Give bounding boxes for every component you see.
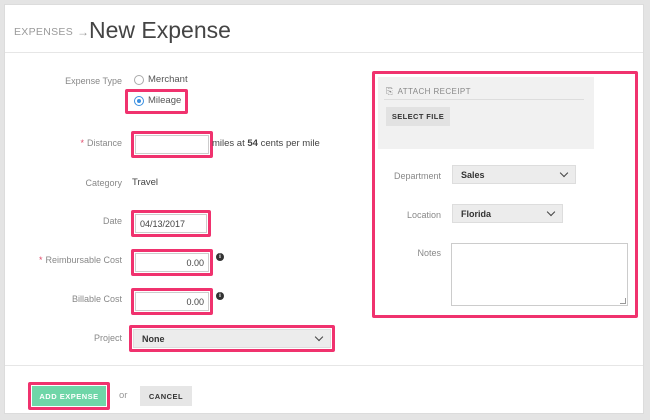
department-select[interactable]: Sales	[452, 165, 576, 184]
date-input[interactable]: 04/13/2017	[135, 214, 207, 233]
category-value: Travel	[132, 177, 159, 188]
distance-input[interactable]	[135, 135, 209, 154]
attach-receipt-title: ⎘ ATTACH RECEIPT	[386, 86, 471, 96]
project-select-value: None	[142, 333, 165, 344]
breadcrumb: EXPENSES →	[14, 25, 89, 39]
header-divider	[5, 52, 643, 53]
project-select[interactable]: None	[133, 329, 331, 348]
radio-merchant-label: Merchant	[148, 74, 188, 85]
arrow-right-icon: →	[77, 25, 90, 39]
radio-mileage-circle[interactable]	[134, 95, 144, 106]
department-select-value: Sales	[461, 169, 485, 180]
location-select-value: Florida	[461, 208, 492, 219]
reimbursable-cost-input[interactable]: 0.00	[135, 253, 209, 272]
or-text: or	[119, 390, 128, 401]
category-label: Category	[85, 178, 122, 188]
radio-merchant-circle[interactable]	[134, 74, 144, 85]
select-file-button[interactable]: SELECT FILE	[386, 107, 450, 126]
project-label: Project	[93, 333, 122, 343]
notes-textarea[interactable]	[451, 243, 628, 306]
radio-mileage[interactable]: Mileage	[134, 95, 181, 106]
date-label: Date	[102, 216, 122, 226]
billable-cost-label: Billable Cost	[71, 294, 122, 304]
expense-type-label: Expense Type	[65, 76, 122, 86]
add-expense-button[interactable]: ADD EXPENSE	[32, 386, 106, 406]
radio-merchant[interactable]: Merchant	[134, 74, 188, 85]
mileage-rate-text: miles at 54 cents per mile	[212, 138, 320, 149]
department-label: Department	[393, 171, 441, 181]
breadcrumb-expenses-link[interactable]: EXPENSES	[14, 26, 73, 38]
notes-label: Notes	[417, 248, 441, 258]
receipt-area: ⎘ ATTACH RECEIPT SELECT FILE	[378, 77, 594, 149]
info-icon[interactable]: i	[216, 253, 224, 261]
expense-panel: EXPENSES → New Expense Expense Type Merc…	[4, 4, 644, 414]
page-title: New Expense	[89, 17, 231, 43]
resize-grip-icon[interactable]	[620, 298, 626, 304]
footer-divider	[5, 365, 643, 366]
chevron-down-icon	[546, 207, 556, 217]
distance-label: * Distance	[80, 138, 122, 148]
info-icon[interactable]: i	[216, 292, 224, 300]
receipt-divider	[384, 99, 584, 100]
location-label: Location	[406, 210, 441, 220]
cancel-button[interactable]: CANCEL	[140, 386, 192, 406]
location-select[interactable]: Florida	[452, 204, 563, 223]
reimbursable-cost-label: * Reimbursable Cost	[38, 255, 122, 265]
chevron-down-icon	[559, 168, 569, 178]
radio-mileage-label: Mileage	[148, 95, 182, 106]
paperclip-icon: ⎘	[386, 86, 394, 96]
chevron-down-icon	[314, 332, 324, 342]
billable-cost-input[interactable]: 0.00	[135, 292, 209, 311]
